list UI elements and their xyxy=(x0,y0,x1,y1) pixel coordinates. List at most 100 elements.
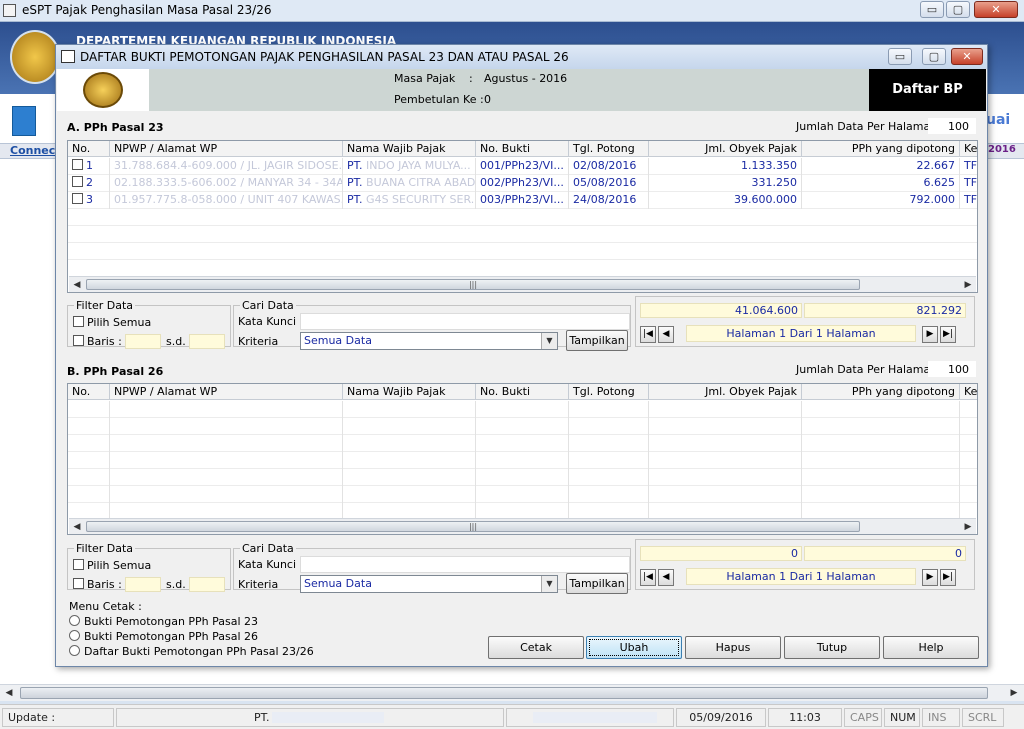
ubah-button[interactable]: Ubah xyxy=(586,636,682,659)
col-nama[interactable]: Nama Wajib Pajak xyxy=(343,384,476,400)
first-page-icon[interactable]: |◀ xyxy=(640,326,656,343)
col-no[interactable]: No. xyxy=(68,141,110,157)
kata-kunci-input[interactable] xyxy=(300,556,630,573)
baris-from-input[interactable] xyxy=(125,577,161,592)
cari-title: Cari Data xyxy=(240,542,296,555)
baris-to-input[interactable] xyxy=(189,334,225,349)
grid-pph26[interactable]: No. NPWP / Alamat WP Nama Wajib Pajak No… xyxy=(67,383,978,535)
close-button[interactable]: ✕ xyxy=(974,1,1018,18)
kriteria-label: Kriteria xyxy=(238,578,279,591)
table-row-empty xyxy=(68,226,977,243)
col-ke[interactable]: Ke xyxy=(960,384,977,400)
tutup-button[interactable]: Tutup xyxy=(784,636,880,659)
baris-checkbox[interactable]: Baris : xyxy=(73,578,122,591)
status-blank xyxy=(506,708,674,727)
baris-from-input[interactable] xyxy=(125,334,161,349)
col-no-bukti[interactable]: No. Bukti xyxy=(476,384,569,400)
row-no[interactable]: 2 xyxy=(68,175,110,192)
col-npwp[interactable]: NPWP / Alamat WP xyxy=(110,141,343,157)
kata-kunci-input[interactable] xyxy=(300,313,630,330)
filter-group-a: Filter Data Pilih Semua Baris : s.d. xyxy=(67,299,231,349)
chevron-down-icon[interactable]: ▼ xyxy=(541,576,557,592)
pilih-semua-checkbox[interactable]: Pilih Semua xyxy=(73,316,151,329)
hapus-button[interactable]: Hapus xyxy=(685,636,781,659)
row-tgl: 02/08/2016 xyxy=(569,158,649,175)
pilih-semua-checkbox[interactable]: Pilih Semua xyxy=(73,559,151,572)
grid-b-hscroll[interactable]: ◀ ||| ▶ xyxy=(69,518,976,534)
maximize-button[interactable]: ▢ xyxy=(946,1,970,18)
col-npwp[interactable]: NPWP / Alamat WP xyxy=(110,384,343,400)
main-horizontal-scrollbar[interactable]: ◀ ▶ xyxy=(0,684,1024,701)
row-no[interactable]: 1 xyxy=(68,158,110,175)
grid-pph23[interactable]: No. NPWP / Alamat WP Nama Wajib Pajak No… xyxy=(67,140,978,293)
grid-header: No. NPWP / Alamat WP Nama Wajib Pajak No… xyxy=(68,384,977,400)
row-pph: 6.625 xyxy=(802,175,960,192)
scroll-thumb[interactable] xyxy=(20,687,988,699)
next-page-icon[interactable]: ▶ xyxy=(922,326,938,343)
scroll-left-icon[interactable]: ◀ xyxy=(71,278,83,292)
baris-checkbox[interactable]: Baris : xyxy=(73,335,122,348)
radio-daftar-bukti[interactable]: Daftar Bukti Pemotongan PPh Pasal 23/26 xyxy=(69,645,314,658)
col-tgl[interactable]: Tgl. Potong xyxy=(569,141,649,157)
radio-bukti-26[interactable]: Bukti Pemotongan PPh Pasal 26 xyxy=(69,630,258,643)
radio-icon xyxy=(69,630,80,641)
status-ins: INS xyxy=(922,708,960,727)
chevron-down-icon[interactable]: ▼ xyxy=(541,333,557,349)
next-page-icon[interactable]: ▶ xyxy=(922,569,938,586)
scroll-thumb[interactable]: ||| xyxy=(86,279,860,290)
jumlah-data-input-a[interactable]: 100 xyxy=(928,118,976,134)
connect-icon[interactable] xyxy=(12,106,36,136)
prev-page-icon[interactable]: ◀ xyxy=(658,569,674,586)
masa-pajak-sep: : xyxy=(469,72,473,85)
col-nama[interactable]: Nama Wajib Pajak xyxy=(343,141,476,157)
connect-link[interactable]: Connec xyxy=(10,144,60,157)
tampilkan-button[interactable]: Tampilkan xyxy=(566,573,628,594)
scroll-right-icon[interactable]: ▶ xyxy=(962,278,974,292)
scroll-right-icon[interactable]: ▶ xyxy=(1008,686,1020,700)
menu-cetak-title: Menu Cetak : xyxy=(69,600,142,613)
col-no-bukti[interactable]: No. Bukti xyxy=(476,141,569,157)
cetak-button[interactable]: Cetak xyxy=(488,636,584,659)
kriteria-select[interactable]: Semua Data ▼ xyxy=(300,575,558,593)
table-row[interactable]: 1 31.788.684.4-609.000 / JL. JAGIR SIDOS… xyxy=(68,158,977,175)
minimize-button[interactable]: ▭ xyxy=(920,1,944,18)
kriteria-select[interactable]: Semua Data ▼ xyxy=(300,332,558,350)
scroll-thumb[interactable]: ||| xyxy=(86,521,860,532)
table-row[interactable]: 3 01.957.775.8-058.000 / UNIT 407 KAWAS.… xyxy=(68,192,977,209)
row-checkbox[interactable] xyxy=(72,159,83,170)
dialog-info-band: Masa Pajak : Agustus - 2016 Pembetulan K… xyxy=(57,69,986,111)
total-obyek-b: 0 xyxy=(640,546,802,561)
radio-bukti-23[interactable]: Bukti Pemotongan PPh Pasal 23 xyxy=(69,615,258,628)
ministry-seal-icon xyxy=(83,72,123,108)
col-obyek[interactable]: Jml. Obyek Pajak xyxy=(649,141,802,157)
dialog-minimize-button[interactable]: ▭ xyxy=(888,48,912,65)
help-button[interactable]: Help xyxy=(883,636,979,659)
row-checkbox[interactable] xyxy=(72,193,83,204)
col-obyek[interactable]: Jml. Obyek Pajak xyxy=(649,384,802,400)
row-nama: PT. G4S SECURITY SER... xyxy=(343,192,476,209)
col-pph[interactable]: PPh yang dipotong xyxy=(802,141,960,157)
baris-to-input[interactable] xyxy=(189,577,225,592)
dialog-close-button[interactable]: ✕ xyxy=(951,48,983,65)
first-page-icon[interactable]: |◀ xyxy=(640,569,656,586)
scroll-left-icon[interactable]: ◀ xyxy=(71,520,83,534)
last-page-icon[interactable]: ▶| xyxy=(940,569,956,586)
dialog-maximize-button[interactable]: ▢ xyxy=(922,48,946,65)
row-checkbox[interactable] xyxy=(72,176,83,187)
col-ke[interactable]: Ke xyxy=(960,141,977,157)
col-pph[interactable]: PPh yang dipotong xyxy=(802,384,960,400)
table-row[interactable]: 2 02.188.333.5-606.002 / MANYAR 34 - 34A… xyxy=(68,175,977,192)
scroll-right-icon[interactable]: ▶ xyxy=(962,520,974,534)
grid-a-hscroll[interactable]: ◀ ||| ▶ xyxy=(69,276,976,292)
jumlah-data-input-b[interactable]: 100 xyxy=(928,361,976,377)
tampilkan-button[interactable]: Tampilkan xyxy=(566,330,628,351)
status-bar: Update : 30112009 PT. 05/09/2016 11:03 C… xyxy=(0,704,1024,729)
col-tgl[interactable]: Tgl. Potong xyxy=(569,384,649,400)
status-scrl: SCRL xyxy=(962,708,1004,727)
row-no[interactable]: 3 xyxy=(68,192,110,209)
status-date: 05/09/2016 xyxy=(676,708,766,727)
prev-page-icon[interactable]: ◀ xyxy=(658,326,674,343)
last-page-icon[interactable]: ▶| xyxy=(940,326,956,343)
scroll-left-icon[interactable]: ◀ xyxy=(3,686,15,700)
col-no[interactable]: No. xyxy=(68,384,110,400)
